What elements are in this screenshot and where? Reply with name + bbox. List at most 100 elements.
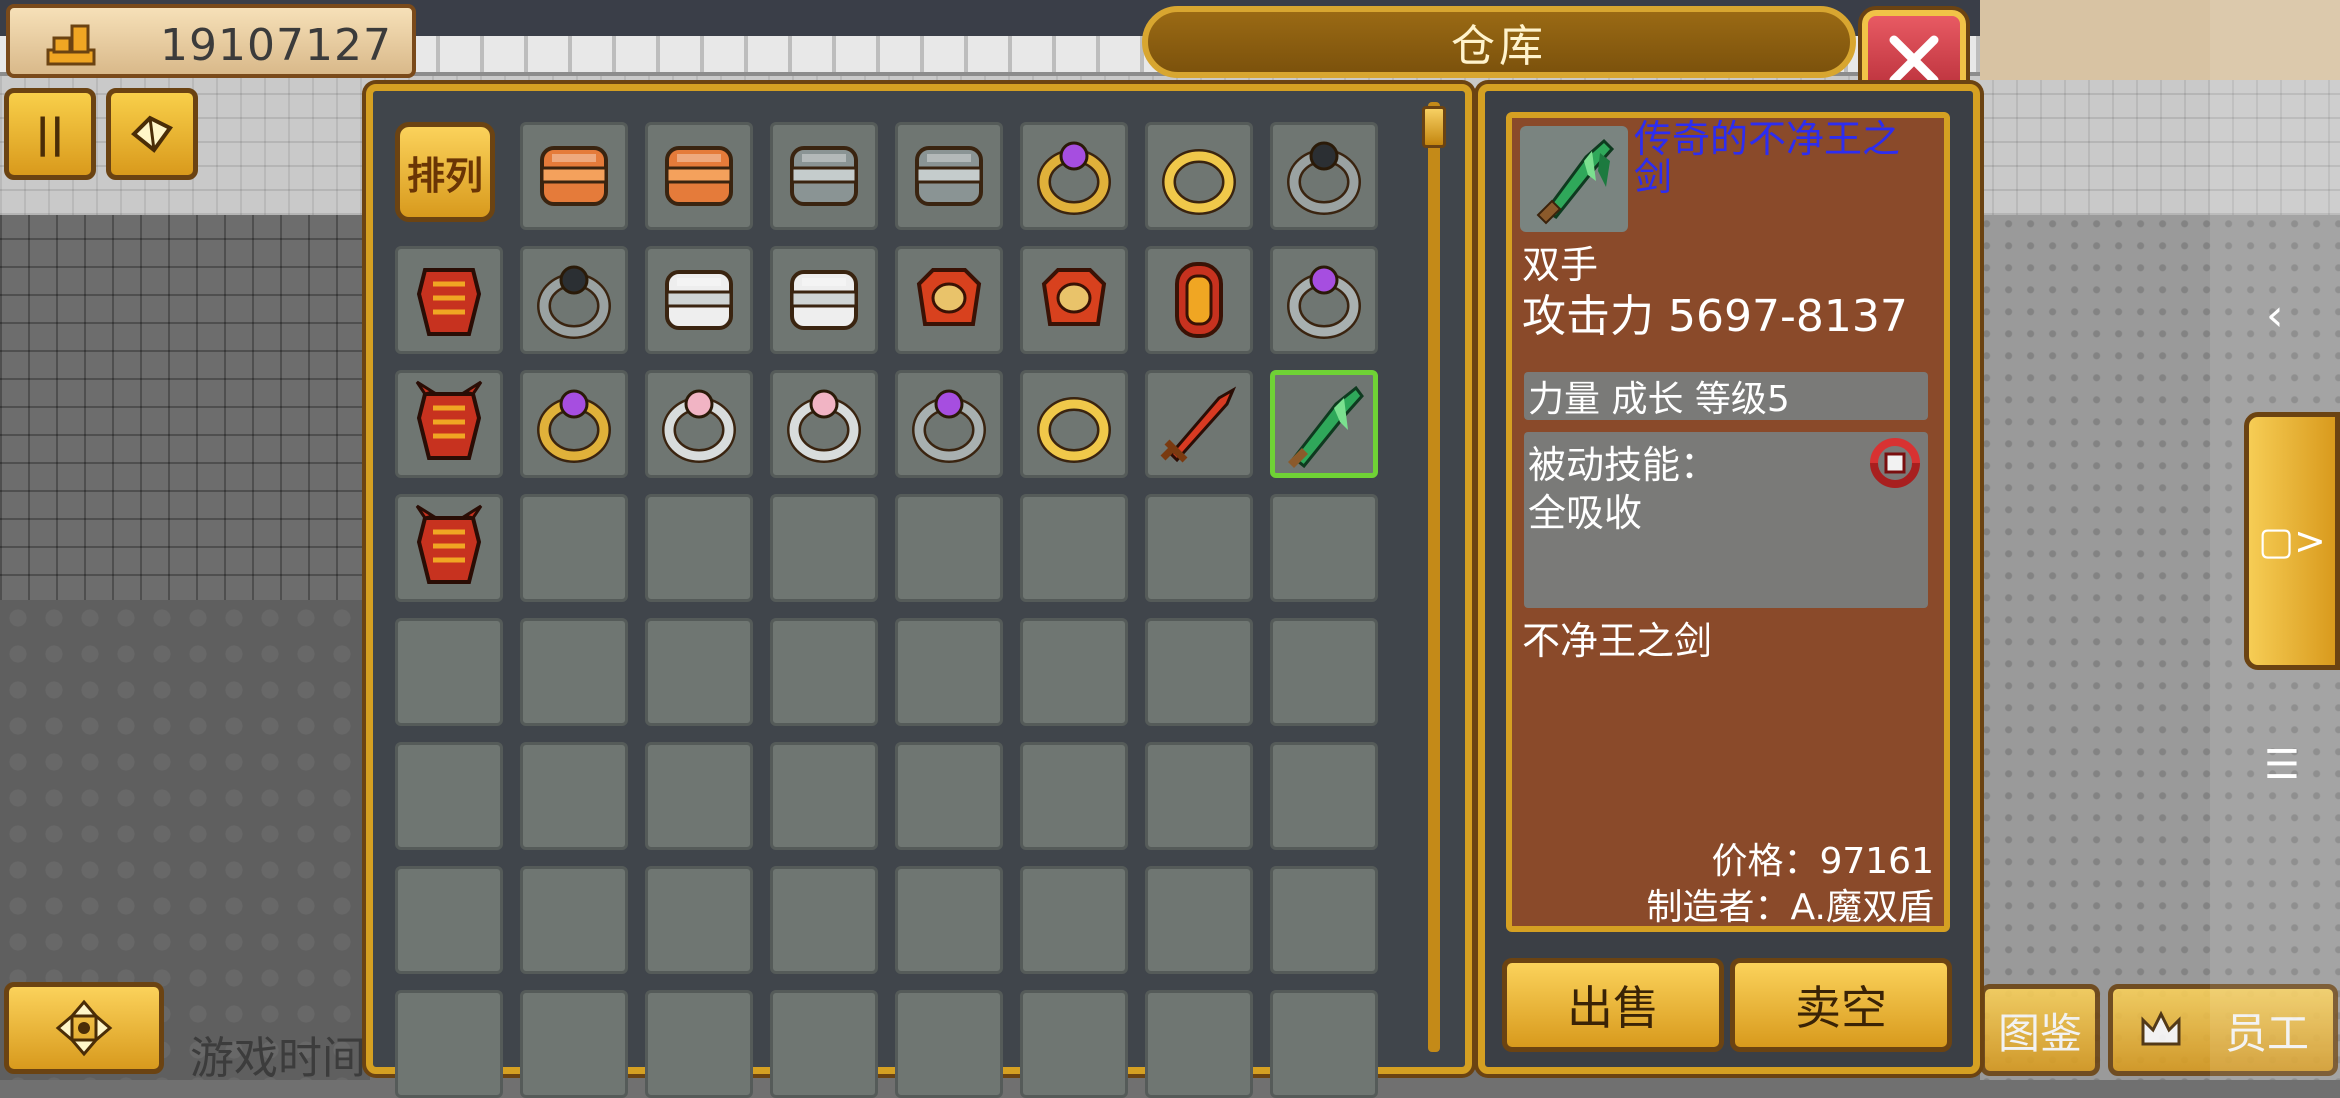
inventory-slot-empty[interactable] (770, 618, 878, 726)
inventory-slot-empty[interactable] (1270, 742, 1378, 850)
inventory-slot-empty[interactable] (1270, 494, 1378, 602)
inventory-slot-empty[interactable] (520, 742, 628, 850)
crown-icon (2141, 1010, 2181, 1046)
inventory-grid: 排列 (395, 122, 1378, 1098)
inventory-slot-empty[interactable] (1020, 990, 1128, 1098)
item-base-name: 不净王之剑 (1522, 619, 1713, 663)
inventory-slot-empty[interactable] (645, 866, 753, 974)
absorb-icon (1870, 438, 1920, 488)
dpad-button[interactable] (4, 982, 164, 1074)
inventory-slot-empty[interactable] (645, 494, 753, 602)
pause-button[interactable]: || (4, 88, 96, 180)
inventory-slot-empty[interactable] (895, 494, 1003, 602)
inventory-slot-ring-purple-gem-silver[interactable] (1270, 246, 1378, 354)
menu-icon[interactable]: ☰ (2264, 742, 2300, 788)
side-expand-tab[interactable]: ▢> (2244, 412, 2340, 670)
inventory-slot-empty[interactable] (645, 742, 753, 850)
inventory-slot-empty[interactable] (395, 990, 503, 1098)
inventory-slot-empty[interactable] (1145, 990, 1253, 1098)
map-button[interactable] (106, 88, 198, 180)
ring-silver-black-gem-icon (1287, 141, 1361, 215)
inventory-slot-ring-purple-gem-gold[interactable] (520, 370, 628, 478)
inventory-slot-empty[interactable] (770, 742, 878, 850)
inventory-slot-empty[interactable] (520, 618, 628, 726)
scrollbar-thumb[interactable] (1422, 106, 1446, 148)
inventory-slot-empty[interactable] (1145, 866, 1253, 974)
inventory-slot-ring-pink-gem-silver[interactable] (770, 370, 878, 478)
inventory-slot-empty[interactable] (645, 618, 753, 726)
inventory-slot-empty[interactable] (1145, 618, 1253, 726)
inventory-slot-chest-armor-orange[interactable] (520, 122, 628, 230)
inventory-slot-empty[interactable] (770, 866, 878, 974)
inventory-slot-empty[interactable] (895, 866, 1003, 974)
inventory-slot-ring-gold[interactable] (1145, 122, 1253, 230)
inventory-slot-armor-red-ribbed[interactable] (395, 246, 503, 354)
inventory-slot-amulet-red[interactable] (1020, 246, 1128, 354)
sell-all-label: 卖空 (1795, 981, 1887, 1035)
inventory-slot-armor-red-horned[interactable] (395, 494, 503, 602)
passive-skill-label: 被动技能： (1528, 443, 1719, 487)
inventory-slot-empty[interactable] (520, 990, 628, 1098)
inventory-slot-chest-armor-gray[interactable] (895, 122, 1003, 230)
window-title-bar: 仓库 (1142, 6, 1856, 78)
inventory-slot-armor-red-horned[interactable] (395, 370, 503, 478)
sell-button[interactable]: 出售 (1502, 958, 1724, 1052)
inventory-slot-sword-green[interactable] (1270, 370, 1378, 478)
sell-all-button[interactable]: 卖空 (1730, 958, 1952, 1052)
inventory-slot-empty[interactable] (1270, 618, 1378, 726)
inventory-slot-empty[interactable] (770, 494, 878, 602)
inventory-slot-empty[interactable] (1020, 618, 1128, 726)
green-sword-icon (1520, 126, 1628, 232)
close-icon (1889, 35, 1939, 85)
ring-gold-icon (1037, 397, 1111, 463)
inventory-slot-empty[interactable] (895, 742, 1003, 850)
sort-button[interactable]: 排列 (395, 122, 495, 222)
ring-pink-gem-silver-icon (662, 389, 736, 463)
inventory-slot-chest-armor-gray[interactable] (770, 122, 878, 230)
inventory-slot-chest-armor-white[interactable] (645, 246, 753, 354)
inventory-slot-ring-pink-gem-silver[interactable] (645, 370, 753, 478)
inventory-slot-empty[interactable] (1145, 494, 1253, 602)
inventory-slot-empty[interactable] (395, 618, 503, 726)
inventory-slot-chest-armor-orange[interactable] (645, 122, 753, 230)
inventory-slot-empty[interactable] (1020, 494, 1128, 602)
inventory-slot-empty[interactable] (1145, 742, 1253, 850)
catalog-button[interactable]: 图鉴 (1980, 984, 2100, 1076)
shield-red-oval-icon (1175, 262, 1223, 338)
sort-label: 排列 (406, 153, 483, 198)
inventory-slot-ring-silver-black-gem[interactable] (1270, 122, 1378, 230)
ring-pink-gem-silver-icon (787, 389, 861, 463)
inventory-slot-empty[interactable] (1270, 866, 1378, 974)
catalog-label: 图鉴 (1997, 1008, 2082, 1058)
inventory-slot-empty[interactable] (895, 618, 1003, 726)
item-maker: 制造者：A.魔双盾 (1646, 887, 1934, 928)
inventory-slot-empty[interactable] (395, 866, 503, 974)
inventory-slot-sword-red[interactable] (1145, 370, 1253, 478)
inventory-slot-ring-purple-gem-silver[interactable] (895, 370, 1003, 478)
inventory-slot-empty[interactable] (520, 494, 628, 602)
inventory-slot-chest-armor-white[interactable] (770, 246, 878, 354)
inventory-slot-empty[interactable] (895, 990, 1003, 1098)
dpad-icon (55, 999, 113, 1057)
gold-bars-icon (46, 24, 96, 66)
inventory-slot-empty[interactable] (1270, 990, 1378, 1098)
inventory-slot-empty[interactable] (645, 990, 753, 1098)
inventory-slot-shield-red-oval[interactable] (1145, 246, 1253, 354)
inventory-slot-amulet-red[interactable] (895, 246, 1003, 354)
inventory-slot-empty[interactable] (520, 866, 628, 974)
item-price: 价格：97161 (1711, 841, 1934, 882)
inventory-slot-ring-purple-gem-gold[interactable] (1020, 122, 1128, 230)
scrollbar-track[interactable] (1428, 102, 1440, 1052)
armor-red-horned-icon (415, 504, 483, 584)
back-icon[interactable]: ‹ (2266, 290, 2284, 341)
game-time-label: 游戏时间 (190, 1033, 366, 1084)
sell-label: 出售 (1567, 981, 1659, 1035)
inventory-slot-empty[interactable] (1020, 742, 1128, 850)
inventory-slot-ring-gold[interactable] (1020, 370, 1128, 478)
inventory-slot-empty[interactable] (1020, 866, 1128, 974)
inventory-slot-empty[interactable] (770, 990, 878, 1098)
inventory-slot-empty[interactable] (395, 742, 503, 850)
chest-armor-orange-icon (665, 146, 733, 206)
chest-armor-gray-icon (790, 146, 858, 206)
inventory-slot-ring-silver-black-gem[interactable] (520, 246, 628, 354)
